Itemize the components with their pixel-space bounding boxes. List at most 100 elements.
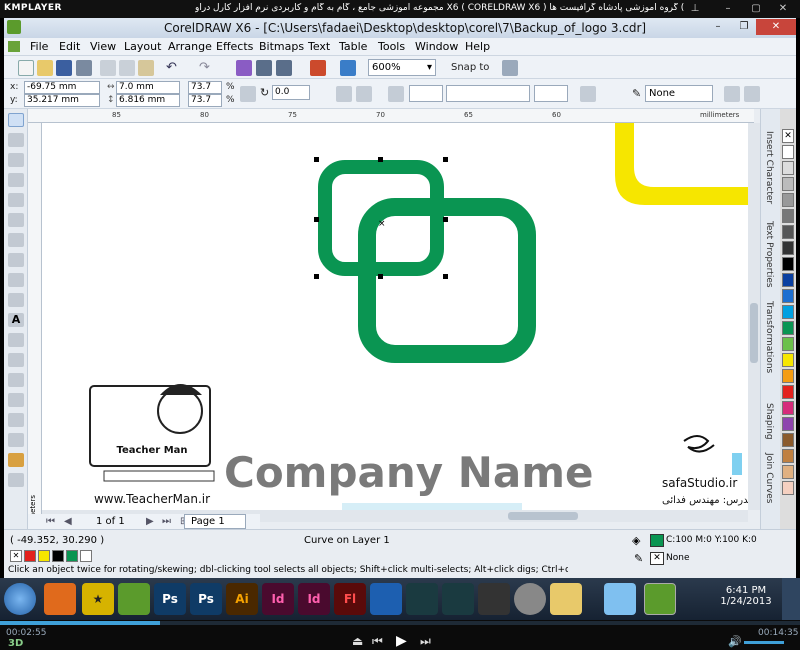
menu-tools[interactable]: Tools [378, 40, 405, 53]
menu-table[interactable]: Table [339, 40, 367, 53]
welcome-screen-icon[interactable] [340, 60, 356, 76]
color-swatch[interactable] [782, 145, 794, 159]
color-swatch[interactable] [782, 161, 794, 175]
color-swatch[interactable] [782, 305, 794, 319]
show-desktop-button[interactable] [782, 578, 800, 620]
import-icon[interactable] [256, 60, 272, 76]
color-swatch[interactable] [782, 177, 794, 191]
menu-text[interactable]: Text [308, 40, 330, 53]
y-position-field[interactable]: 35.217 mm [24, 94, 100, 107]
crop-tool-icon[interactable] [8, 153, 24, 167]
taskbar-app-firefox[interactable] [44, 583, 76, 615]
mirror-horizontal-icon[interactable] [336, 86, 352, 102]
color-swatch[interactable] [782, 321, 794, 335]
outline-color-swatch[interactable]: ✕ [650, 552, 664, 565]
docker-tab-insert-character[interactable]: Insert Character [764, 131, 774, 204]
color-swatch[interactable] [782, 417, 794, 431]
menu-view[interactable]: View [90, 40, 116, 53]
blend-tool-icon[interactable] [8, 393, 24, 407]
color-swatch[interactable] [782, 433, 794, 447]
taskbar-app-fl[interactable]: Fl [334, 583, 366, 615]
zoom-level-select[interactable]: 600% ▾ [368, 59, 436, 76]
taskbar-app-ca1[interactable] [406, 583, 438, 615]
color-swatch[interactable] [782, 225, 794, 239]
horizontal-ruler[interactable]: 85 80 75 70 65 60 millimeters [28, 109, 754, 123]
connector-tool-icon[interactable] [8, 373, 24, 387]
taskbar-app-ai2[interactable] [478, 583, 510, 615]
fill-color-swatch[interactable] [650, 534, 664, 547]
to-back-icon[interactable] [744, 86, 760, 102]
next-icon[interactable]: ⏭ [420, 634, 431, 649]
last-page-icon[interactable]: ⏭ [162, 516, 171, 527]
polygon-tool-icon[interactable] [8, 273, 24, 287]
zoom-tool-icon[interactable] [8, 173, 24, 187]
3d-button[interactable]: 3D [8, 638, 23, 649]
text-wrap-icon[interactable] [580, 86, 596, 102]
to-front-icon[interactable] [724, 86, 740, 102]
freehand-tool-icon[interactable] [8, 193, 24, 207]
color-swatch[interactable] [782, 337, 794, 351]
minimize-icon[interactable]: – [720, 2, 736, 16]
vertical-ruler[interactable]: millimeters [28, 123, 42, 534]
color-swatch[interactable] [782, 241, 794, 255]
no-color-swatch[interactable]: ✕ [782, 129, 794, 143]
window-close-button[interactable]: ✕ [756, 19, 796, 35]
save-icon[interactable] [56, 60, 72, 76]
scale-x-field[interactable]: 73.7 [188, 81, 222, 94]
new-document-icon[interactable] [18, 60, 34, 76]
paste-icon[interactable] [138, 60, 154, 76]
color-swatch[interactable] [782, 193, 794, 207]
snap-to-button[interactable]: Snap to [451, 62, 489, 73]
cyan-text-fragment[interactable] [342, 503, 522, 510]
doc-menu-icon[interactable] [8, 41, 20, 52]
color-swatch[interactable] [782, 385, 794, 399]
system-clock[interactable]: 6:41 PM 1/24/2013 [718, 585, 774, 607]
next-page-icon[interactable]: ▶ [146, 516, 154, 527]
seek-bar[interactable] [0, 621, 800, 625]
ellipse-tool-icon[interactable] [8, 253, 24, 267]
shape-tool-icon[interactable] [8, 133, 24, 147]
color-swatch[interactable] [782, 369, 794, 383]
pick-tool-icon[interactable] [8, 113, 24, 127]
taskbar-app-dvd[interactable] [514, 583, 546, 615]
docker-tab-transformations[interactable]: Transformations [764, 301, 774, 373]
table-tool-icon[interactable] [8, 333, 24, 347]
start-arrow-select[interactable] [409, 85, 443, 102]
menu-help[interactable]: Help [465, 40, 490, 53]
undo-icon[interactable]: ↶ [166, 60, 182, 76]
color-swatch[interactable] [782, 273, 794, 287]
taskbar-app-folder[interactable] [550, 583, 582, 615]
previous-icon[interactable]: ⏮ [372, 634, 383, 649]
menu-window[interactable]: Window [415, 40, 458, 53]
color-swatch[interactable] [782, 257, 794, 271]
menu-edit[interactable]: Edit [59, 40, 80, 53]
menu-effects[interactable]: Effects [216, 40, 253, 53]
color-swatch[interactable] [782, 289, 794, 303]
print-icon[interactable] [76, 60, 92, 76]
end-arrow-select[interactable] [534, 85, 568, 102]
smart-fill-tool-icon[interactable] [8, 213, 24, 227]
scale-y-field[interactable]: 73.7 [188, 94, 222, 107]
window-minimize-button[interactable]: – [706, 19, 730, 35]
play-icon[interactable]: ▶ [396, 633, 407, 649]
taskbar-app-coreldraw-active[interactable] [644, 583, 676, 615]
company-name-text[interactable]: Company Name [224, 448, 594, 497]
menu-arrange[interactable]: Arrange [168, 40, 212, 53]
taskbar-app-ca2[interactable] [442, 583, 474, 615]
taskbar-app-ps1[interactable]: Ps [154, 583, 186, 615]
document-palette-swatch[interactable] [66, 550, 78, 562]
volume-slider[interactable] [744, 641, 784, 644]
eyedropper-tool-icon[interactable] [8, 433, 24, 447]
docker-tab-text-properties[interactable]: Text Properties [764, 221, 774, 288]
drawing-canvas[interactable]: × Teacher Man www.TeacherMan.ir Company … [42, 123, 748, 510]
lock-ratio-icon[interactable] [240, 86, 256, 102]
document-palette-swatch[interactable] [24, 550, 36, 562]
rectangle-tool-icon[interactable] [8, 233, 24, 247]
application-launcher-icon[interactable] [310, 60, 326, 76]
height-field[interactable]: 6.816 mm [116, 94, 180, 107]
color-swatch[interactable] [782, 465, 794, 479]
transparency-tool-icon[interactable] [8, 413, 24, 427]
export-icon[interactable] [276, 60, 292, 76]
color-swatch[interactable] [782, 401, 794, 415]
taskbar-app-id1[interactable]: Id [262, 583, 294, 615]
